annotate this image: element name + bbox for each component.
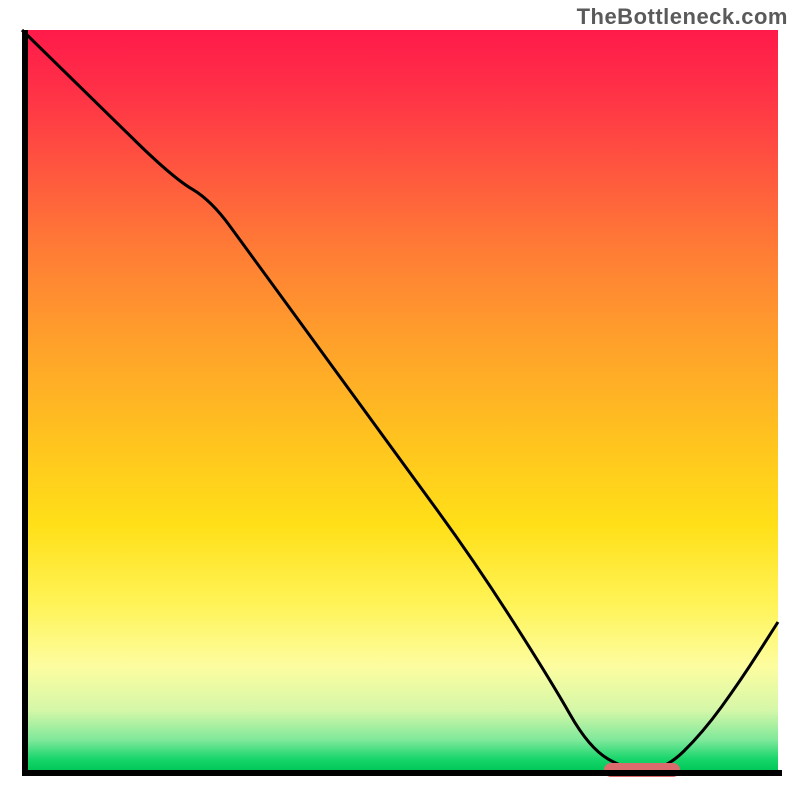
x-axis: [22, 770, 782, 776]
curve-layer: [22, 30, 778, 770]
watermark-text: TheBottleneck.com: [577, 4, 788, 30]
bottleneck-curve-path: [22, 30, 778, 770]
bottleneck-chart: TheBottleneck.com: [0, 0, 800, 800]
y-axis: [22, 30, 28, 776]
plot-area: [22, 30, 778, 770]
